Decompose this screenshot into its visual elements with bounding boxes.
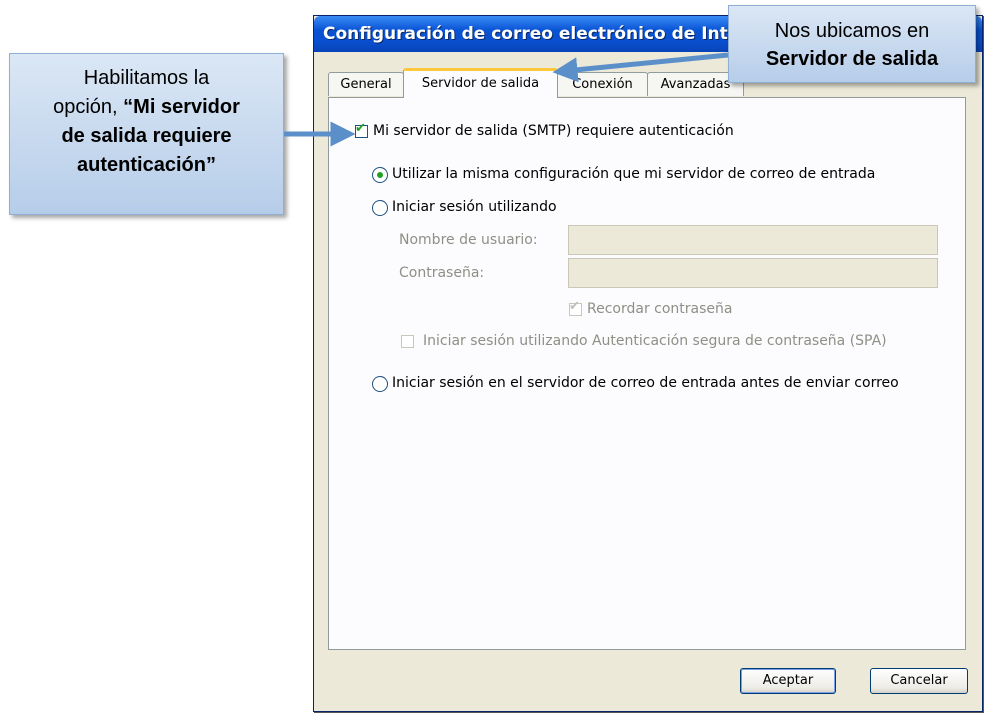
callout-line: opción, “Mi servidor (10, 93, 283, 122)
radio-selected-dot (377, 172, 383, 178)
remember-password-label: Recordar contraseña (587, 301, 733, 317)
checkmark-icon: ✔ (355, 121, 366, 136)
cancel-button[interactable]: Cancelar (870, 668, 968, 694)
smtp-auth-checkbox[interactable]: ✔ (355, 121, 368, 138)
username-label: Nombre de usuario: (399, 232, 538, 248)
radio-pop-before-smtp[interactable] (372, 376, 388, 392)
radio-same-config[interactable] (372, 167, 388, 183)
callout-line: de salida requiere (10, 122, 283, 151)
callout-bold-text: Servidor de salida (765, 48, 939, 70)
radio-same-config-label: Utilizar la misma configuración que mi s… (392, 166, 876, 182)
smtp-auth-label: Mi servidor de salida (SMTP) requiere au… (373, 123, 734, 139)
tab-conexion[interactable]: Conexión (557, 72, 648, 96)
spa-label: Iniciar sesión utilizando Autenticación … (423, 333, 887, 349)
password-label: Contraseña: (399, 265, 485, 281)
callout-line: autenticación” (10, 151, 283, 180)
ok-button[interactable]: Aceptar (740, 668, 836, 694)
callout-line: Servidor de salida (729, 45, 975, 73)
checkmark-icon: ✔ (569, 299, 580, 314)
dialog-title: Configuración de correo electrónico de I… (323, 24, 728, 44)
callout-text: opción, (53, 96, 124, 118)
callout-tab-location: Nos ubicamos en Servidor de salida (728, 5, 976, 83)
radio-login-using-label: Iniciar sesión utilizando (392, 199, 557, 215)
radio-pop-before-smtp-label: Iniciar sesión en el servidor de correo … (392, 375, 899, 391)
callout-line: Nos ubicamos en (774, 20, 930, 42)
tab-servidor-de-salida[interactable]: Servidor de salida (403, 68, 558, 98)
password-field[interactable] (568, 258, 938, 288)
radio-login-using[interactable] (372, 200, 388, 216)
username-field[interactable] (568, 225, 938, 255)
callout-bold-text: autenticación” (77, 154, 216, 176)
callout-line: Habilitamos la (83, 67, 210, 89)
tab-general[interactable]: General (328, 72, 404, 96)
tab-panel: ✔ Mi servidor de salida (SMTP) requiere … (328, 97, 966, 650)
remember-password-checkbox[interactable]: ✔ (569, 299, 582, 316)
spa-checkbox[interactable] (401, 335, 414, 348)
callout-enable-auth: Habilitamos la opción, “Mi servidor de s… (9, 53, 284, 215)
callout-bold-text: “Mi servidor (123, 96, 240, 118)
callout-bold-text: de salida requiere (61, 125, 232, 147)
